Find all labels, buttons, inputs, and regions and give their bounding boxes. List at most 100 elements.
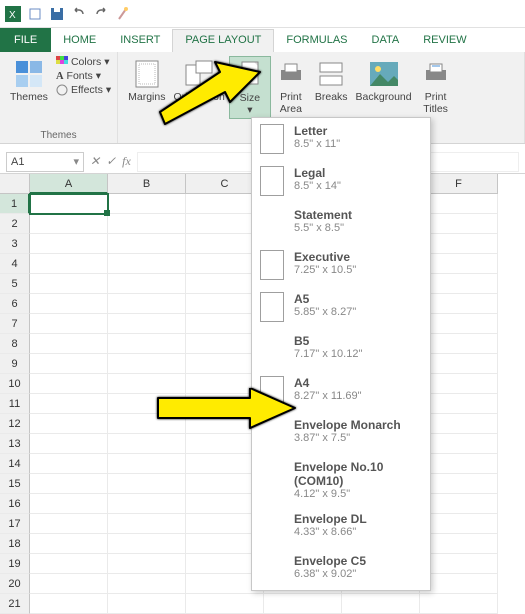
cell[interactable] (108, 374, 186, 394)
row-header[interactable]: 17 (0, 514, 30, 534)
select-all-corner[interactable] (0, 174, 30, 194)
size-option[interactable]: Letter8.5" x 11" (252, 118, 430, 160)
cell[interactable] (108, 494, 186, 514)
cell[interactable] (420, 434, 498, 454)
size-option[interactable]: Envelope No.10 (COM10)4.12" x 9.5" (252, 454, 430, 506)
row-header[interactable]: 5 (0, 274, 30, 294)
row-header[interactable]: 7 (0, 314, 30, 334)
cell[interactable] (30, 234, 108, 254)
cell[interactable] (108, 214, 186, 234)
column-header[interactable]: F (420, 174, 498, 194)
size-option[interactable]: Envelope C56.38" x 9.02" (252, 548, 430, 590)
cell[interactable] (420, 554, 498, 574)
save-icon[interactable] (48, 5, 66, 23)
cell[interactable] (108, 594, 186, 614)
undo-icon[interactable] (70, 5, 88, 23)
row-header[interactable]: 18 (0, 534, 30, 554)
cell[interactable] (30, 534, 108, 554)
cell[interactable] (420, 574, 498, 594)
cell[interactable] (30, 554, 108, 574)
cell[interactable] (420, 294, 498, 314)
cell[interactable] (30, 294, 108, 314)
cell[interactable] (420, 194, 498, 214)
fonts-button[interactable]: AFonts▾ (56, 70, 111, 82)
enter-icon[interactable]: ✓ (106, 154, 116, 169)
row-header[interactable]: 19 (0, 554, 30, 574)
cell[interactable] (108, 514, 186, 534)
cell[interactable] (30, 394, 108, 414)
row-header[interactable]: 20 (0, 574, 30, 594)
cell[interactable] (420, 314, 498, 334)
effects-button[interactable]: Effects▾ (56, 84, 111, 96)
row-header[interactable]: 21 (0, 594, 30, 614)
cell[interactable] (108, 334, 186, 354)
cell[interactable] (108, 574, 186, 594)
cell[interactable] (108, 554, 186, 574)
print-titles-button[interactable]: Print Titles (416, 56, 456, 117)
cell[interactable] (420, 514, 498, 534)
tab-formulas[interactable]: FORMULAS (274, 30, 359, 52)
row-header[interactable]: 3 (0, 234, 30, 254)
size-option[interactable]: Legal8.5" x 14" (252, 160, 430, 202)
row-header[interactable]: 8 (0, 334, 30, 354)
cell[interactable] (342, 594, 420, 614)
cell[interactable] (108, 294, 186, 314)
cell[interactable] (420, 594, 498, 614)
cell[interactable] (108, 474, 186, 494)
tab-file[interactable]: FILE (0, 28, 51, 52)
row-header[interactable]: 14 (0, 454, 30, 474)
row-header[interactable]: 6 (0, 294, 30, 314)
redo-icon[interactable] (92, 5, 110, 23)
qat-item[interactable] (26, 5, 44, 23)
cell[interactable] (108, 254, 186, 274)
cell[interactable] (30, 214, 108, 234)
cell[interactable] (30, 594, 108, 614)
print-area-button[interactable]: Print Area (271, 56, 311, 117)
cancel-icon[interactable]: ✕ (90, 154, 100, 169)
size-option[interactable]: Envelope DL4.33" x 8.66" (252, 506, 430, 548)
size-option[interactable]: B57.17" x 10.12" (252, 328, 430, 370)
cell[interactable] (420, 534, 498, 554)
cell[interactable] (420, 354, 498, 374)
row-header[interactable]: 1 (0, 194, 30, 214)
cell[interactable] (30, 454, 108, 474)
row-header[interactable]: 16 (0, 494, 30, 514)
cell[interactable] (30, 254, 108, 274)
cell[interactable] (420, 214, 498, 234)
cell[interactable] (420, 394, 498, 414)
orientation-button[interactable]: Orientation (169, 56, 228, 106)
size-option[interactable]: Statement5.5" x 8.5" (252, 202, 430, 244)
cell[interactable] (108, 394, 186, 414)
row-header[interactable]: 13 (0, 434, 30, 454)
row-header[interactable]: 9 (0, 354, 30, 374)
cell[interactable] (420, 274, 498, 294)
size-option[interactable]: Executive7.25" x 10.5" (252, 244, 430, 286)
row-header[interactable]: 4 (0, 254, 30, 274)
cell[interactable] (30, 414, 108, 434)
fx-icon[interactable]: fx (122, 154, 131, 169)
name-box[interactable]: A1▾ (6, 152, 84, 172)
size-option[interactable]: Envelope Monarch3.87" x 7.5" (252, 412, 430, 454)
row-header[interactable]: 11 (0, 394, 30, 414)
cell[interactable] (30, 194, 108, 214)
cell[interactable] (30, 474, 108, 494)
cell[interactable] (30, 274, 108, 294)
cell[interactable] (30, 434, 108, 454)
cell[interactable] (30, 354, 108, 374)
cell[interactable] (30, 314, 108, 334)
cell[interactable] (30, 374, 108, 394)
cell[interactable] (108, 354, 186, 374)
size-option[interactable]: A55.85" x 8.27" (252, 286, 430, 328)
cell[interactable] (186, 594, 264, 614)
size-button[interactable]: Size▾ (229, 56, 271, 119)
cell[interactable] (420, 454, 498, 474)
colors-button[interactable]: Colors▾ (56, 56, 111, 68)
cell[interactable] (108, 414, 186, 434)
tab-page-layout[interactable]: PAGE LAYOUT (172, 29, 274, 52)
tab-review[interactable]: REVIEW (411, 30, 478, 52)
cell[interactable] (420, 374, 498, 394)
tab-insert[interactable]: INSERT (108, 30, 172, 52)
tab-home[interactable]: HOME (51, 30, 108, 52)
row-header[interactable]: 12 (0, 414, 30, 434)
cell[interactable] (264, 594, 342, 614)
